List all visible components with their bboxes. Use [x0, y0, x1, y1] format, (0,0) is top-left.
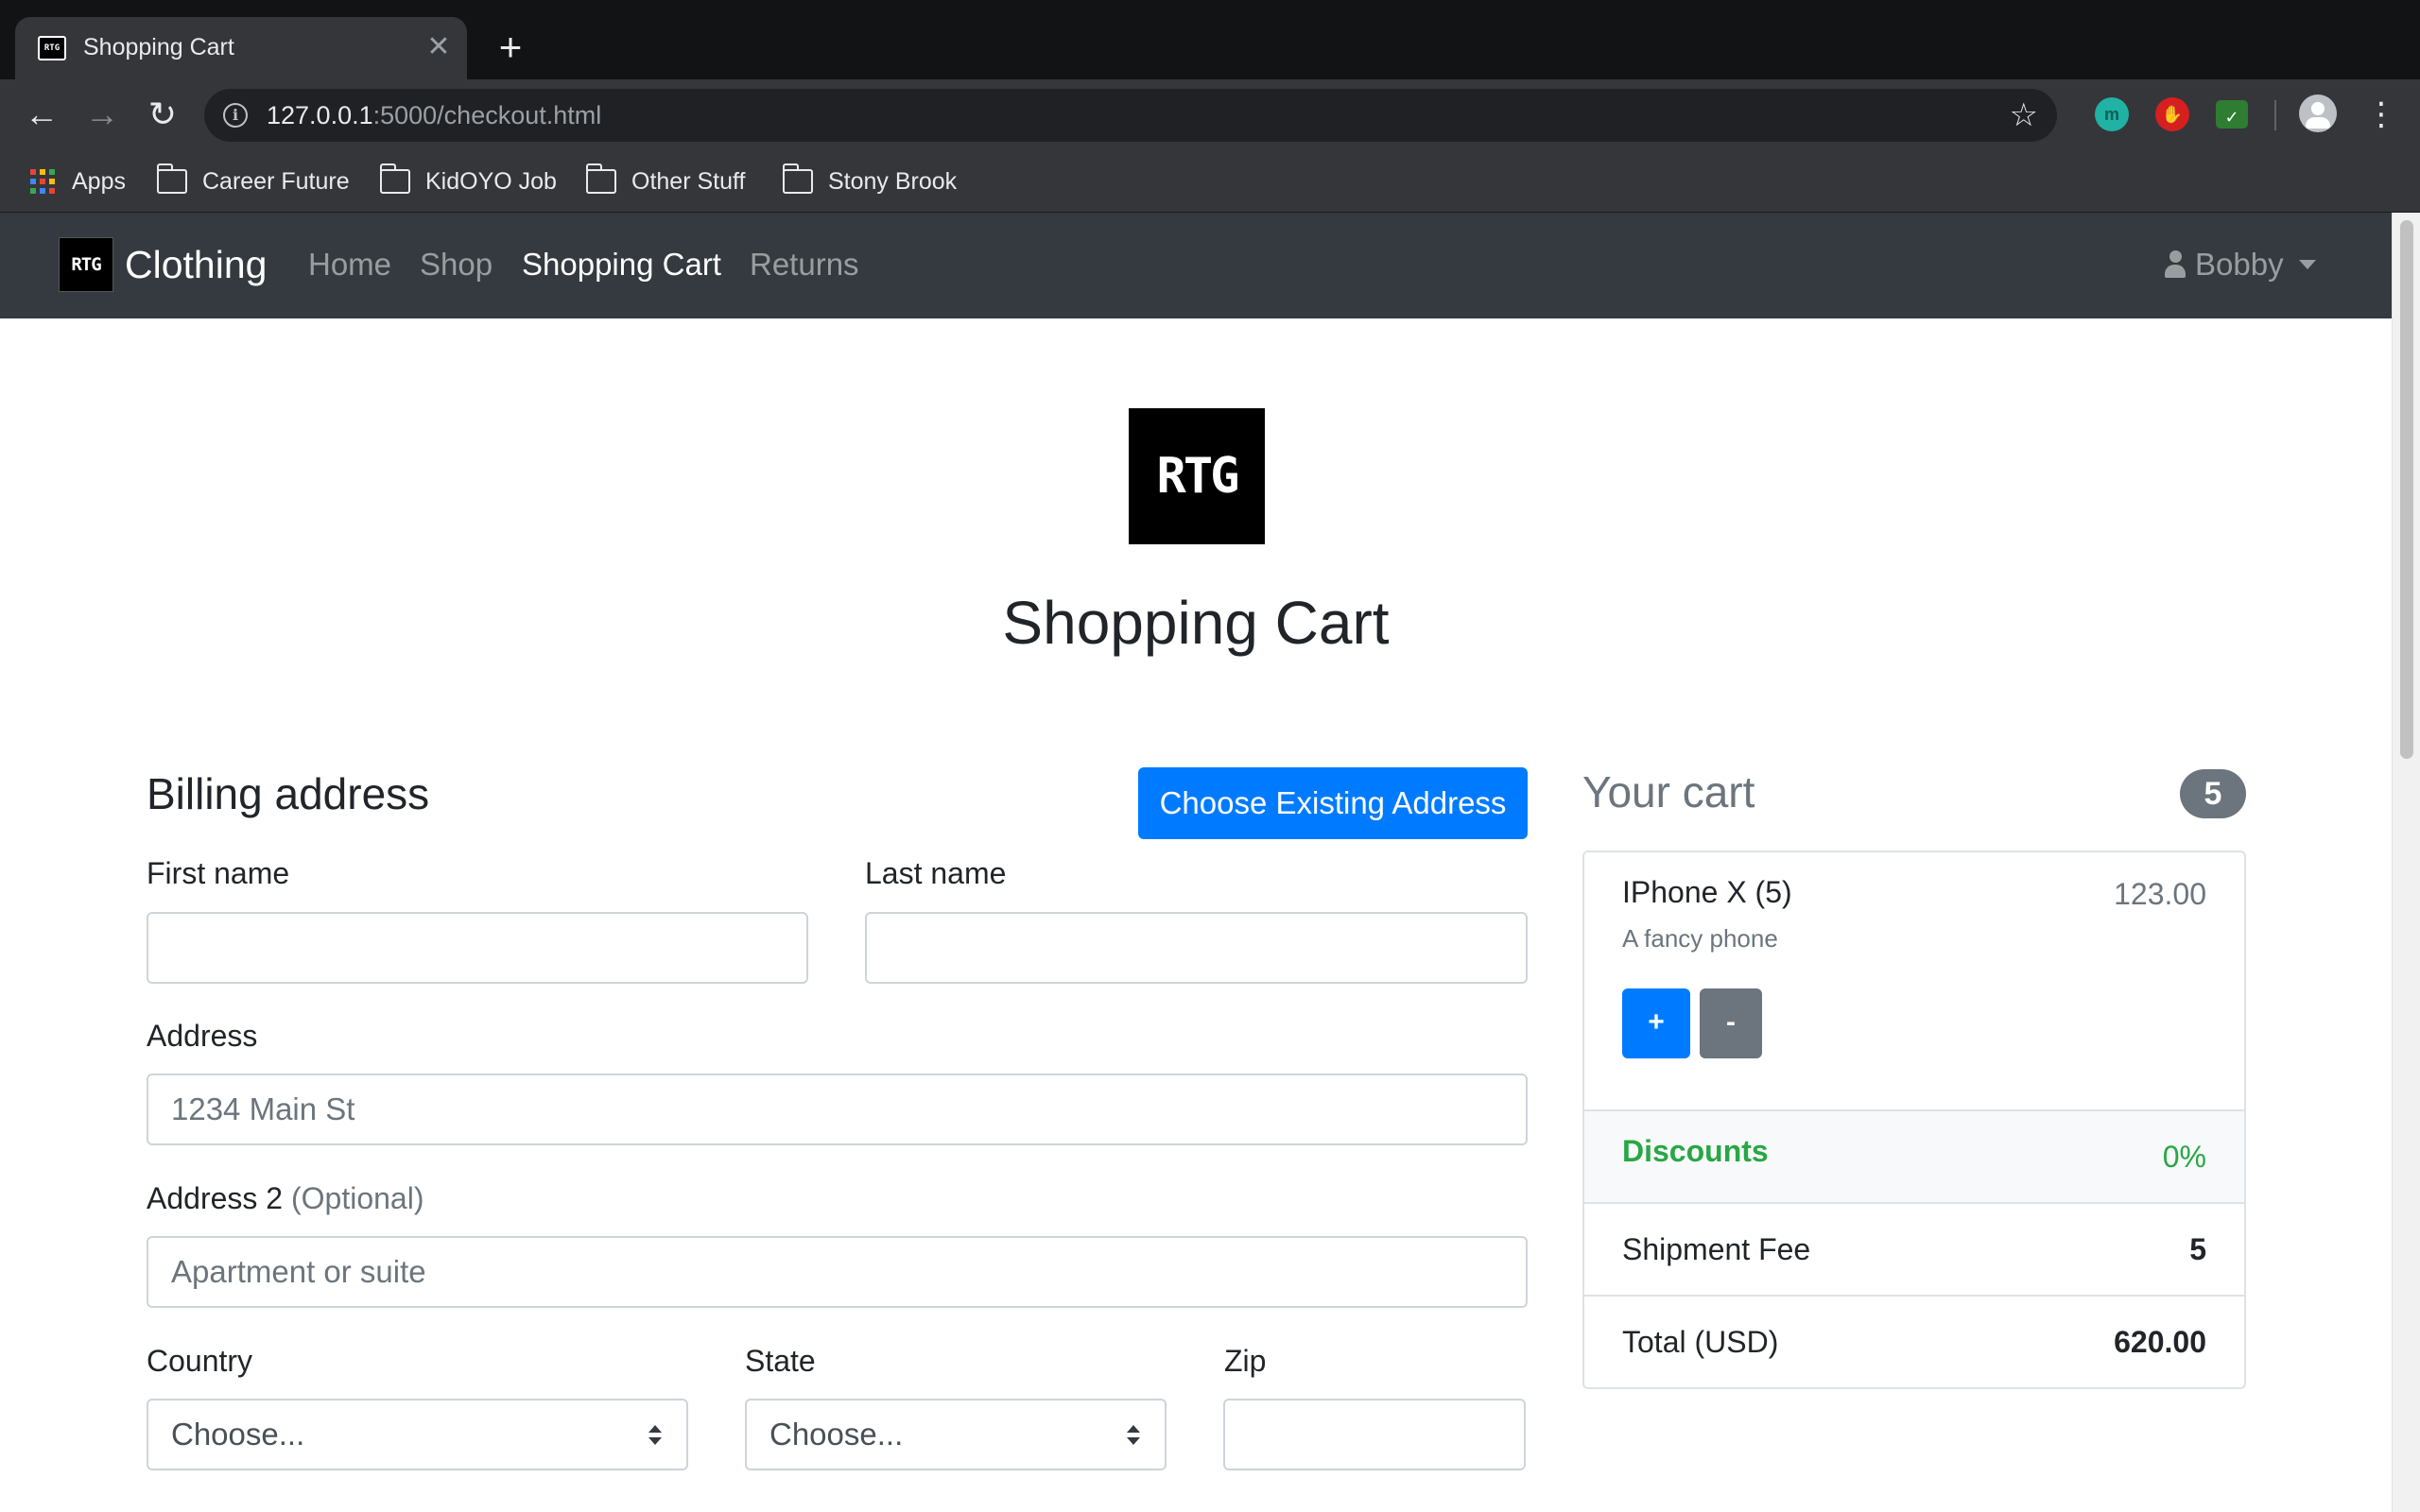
tab-strip: RTG Shopping Cart ✕ +	[0, 0, 2420, 79]
choose-existing-address-button[interactable]: Choose Existing Address	[1138, 767, 1528, 839]
item-price: 123.00	[2114, 877, 2206, 911]
user-icon	[2165, 250, 2186, 279]
country-select[interactable]: Choose...	[147, 1399, 688, 1470]
bookmark-label: Stony Brook	[828, 167, 958, 195]
url-host: 127.0.0.1	[267, 101, 373, 129]
bookmark-label: Career Future	[202, 167, 350, 195]
bookmark-career-future[interactable]: Career Future	[157, 163, 350, 200]
discount-value: 0%	[2162, 1140, 2206, 1174]
url-text[interactable]: 127.0.0.1:5000/checkout.html	[267, 101, 601, 130]
browser-tab[interactable]: RTG Shopping Cart ✕	[15, 17, 467, 79]
total-row: Total (USD) 620.00	[1584, 1297, 2244, 1389]
back-arrow-icon[interactable]: ←	[19, 93, 64, 138]
bookmark-star-icon[interactable]: ☆	[2010, 96, 2038, 134]
first-name-label: First name	[147, 856, 290, 890]
bookmark-label: Apps	[72, 167, 126, 195]
total-value: 620.00	[2114, 1325, 2206, 1359]
address2-label-text: Address 2	[147, 1181, 284, 1215]
optional-hint: (Optional)	[290, 1181, 424, 1215]
new-tab-icon[interactable]: +	[486, 25, 535, 74]
first-name-field[interactable]	[147, 912, 808, 984]
url-path: :5000/checkout.html	[372, 101, 602, 129]
address-label: Address	[147, 1019, 258, 1053]
folder-icon	[380, 163, 410, 194]
increase-quantity-button[interactable]: +	[1622, 988, 1690, 1058]
bookmark-label: KidOYO Job	[425, 167, 557, 195]
cart-list: IPhone X (5) A fancy phone 123.00 + - Di…	[1582, 850, 2246, 1389]
select-arrows-icon	[648, 1425, 662, 1446]
bookmark-stony-brook[interactable]: Stony Brook	[783, 163, 957, 200]
browser-chrome: RTG Shopping Cart ✕ + ← → ↻ i 127.0.0.1:…	[0, 0, 2420, 213]
folder-icon	[586, 163, 616, 194]
scrollbar-thumb[interactable]	[2400, 220, 2413, 759]
tab-close-icon[interactable]: ✕	[422, 30, 456, 64]
country-select-value: Choose...	[171, 1417, 305, 1452]
user-dropdown[interactable]: Bobby	[2165, 247, 2316, 283]
brand[interactable]: RTG Clothing	[59, 237, 267, 292]
zip-field[interactable]	[1223, 1399, 1526, 1470]
state-select-value: Choose...	[769, 1417, 904, 1452]
tab-favicon-icon: RTG	[38, 36, 66, 60]
page-title: Shopping Cart	[1002, 589, 1390, 657]
rtg-logo: RTG	[59, 237, 113, 292]
reload-icon[interactable]: ↻	[140, 93, 185, 138]
apps-grid-icon	[30, 169, 55, 194]
discount-row: Discounts 0%	[1584, 1111, 2244, 1204]
brand-text: Clothing	[125, 242, 268, 286]
toolbar-separator	[2274, 100, 2276, 130]
nav-link-home[interactable]: Home	[308, 247, 391, 283]
address2-field[interactable]: Apartment or suite	[147, 1236, 1528, 1308]
nav-link-shopping-cart[interactable]: Shopping Cart	[522, 247, 721, 283]
cart-item: IPhone X (5) A fancy phone 123.00 + -	[1584, 852, 2244, 1111]
bookmark-kidoyo-job[interactable]: KidOYO Job	[380, 163, 557, 200]
browser-toolbar: ← → ↻ i 127.0.0.1:5000/checkout.html ☆ m…	[0, 79, 2420, 151]
folder-icon	[783, 163, 813, 194]
shipment-label: Shipment Fee	[1622, 1232, 1811, 1266]
last-name-field[interactable]	[865, 912, 1528, 984]
bookmark-label: Other Stuff	[631, 167, 746, 195]
cart-heading: Your cart	[1582, 767, 1755, 816]
address-field[interactable]: 1234 Main St	[147, 1074, 1528, 1145]
item-description: A fancy phone	[1622, 924, 1778, 953]
select-arrows-icon	[1127, 1425, 1140, 1446]
site-navbar: RTG Clothing Home Shop Shopping Cart Ret…	[0, 213, 2392, 318]
address2-label: Address 2 (Optional)	[147, 1181, 424, 1216]
profile-avatar-icon[interactable]	[2299, 94, 2337, 132]
state-select[interactable]: Choose...	[745, 1399, 1167, 1470]
shipment-value: 5	[2189, 1232, 2206, 1266]
last-name-label: Last name	[865, 856, 1007, 890]
bookmark-other-stuff[interactable]: Other Stuff	[586, 163, 745, 200]
decrease-quantity-button[interactable]: -	[1700, 988, 1762, 1058]
bookmarks-bar: Apps Career Future KidOYO Job Other Stuf…	[0, 151, 2420, 213]
state-label: State	[745, 1344, 816, 1378]
caret-down-icon	[2298, 260, 2316, 269]
forward-arrow-icon[interactable]: →	[79, 93, 125, 138]
address-bar[interactable]: i 127.0.0.1:5000/checkout.html ☆	[204, 89, 2057, 142]
tab-title: Shopping Cart	[83, 34, 234, 60]
extension-stop-hand-icon[interactable]: ✋	[2155, 97, 2189, 131]
billing-heading: Billing address	[147, 769, 430, 818]
cart-count-badge: 5	[2180, 769, 2246, 818]
country-label: Country	[147, 1344, 253, 1378]
shipment-row: Shipment Fee 5	[1584, 1204, 2244, 1297]
extension-mail-check-icon[interactable]: ✓	[2216, 100, 2248, 129]
total-label: Total (USD)	[1622, 1325, 1779, 1359]
zip-label: Zip	[1224, 1344, 1267, 1378]
folder-icon	[157, 163, 187, 194]
page-scrollbar[interactable]	[2392, 213, 2420, 1512]
item-name: IPhone X (5)	[1622, 875, 1792, 909]
extension-m-icon[interactable]: m	[2095, 97, 2129, 131]
bookmark-apps[interactable]: Apps	[30, 163, 126, 200]
user-name: Bobby	[2195, 247, 2284, 282]
browser-menu-icon[interactable]: ⋮	[2365, 93, 2397, 138]
site-info-icon[interactable]: i	[223, 103, 248, 128]
nav-link-shop[interactable]: Shop	[420, 247, 493, 283]
discount-label: Discounts	[1622, 1134, 1769, 1168]
nav-link-returns[interactable]: Returns	[750, 247, 859, 283]
page-viewport: RTG Clothing Home Shop Shopping Cart Ret…	[0, 213, 2420, 1512]
hero-logo: RTG	[1129, 408, 1265, 544]
